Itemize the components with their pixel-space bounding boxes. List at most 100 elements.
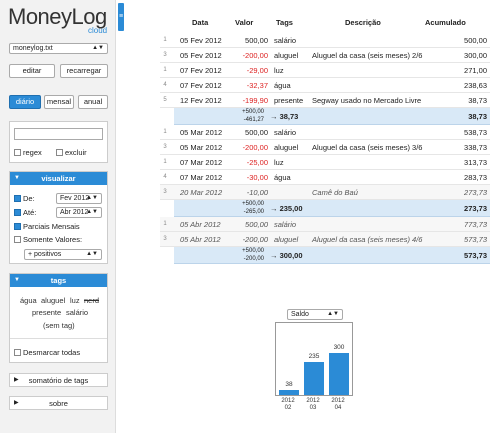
row-number: 4 [163,82,167,88]
row-value: -29,00 [246,66,268,75]
header-accumulated[interactable]: Acumulado [425,18,466,32]
header-value[interactable]: Valor [235,18,253,32]
row-value: -199,90 [242,96,268,105]
row-date: 07 Mar 2012 [180,158,223,167]
row-value: -200,00 [242,143,268,152]
regex-checkbox[interactable]: regex [14,148,42,157]
table-row[interactable]: 3 05 Abr 2012 -200,00 aluguel Aluguel da cas… [160,232,490,247]
uncheck-all-label: Desmarcar todas [23,348,81,357]
table-row[interactable]: 3 05 Fev 2012 -200,00 aluguel Aluguel da cas… [160,48,490,63]
view-daily-button[interactable]: diário [9,95,41,109]
view-monthly-button[interactable]: mensal [44,95,74,109]
chart-select[interactable]: Saldo ▲▼ [287,309,343,320]
to-label: Até: [23,208,37,217]
exclude-label: excluir [65,148,87,157]
tag-presente[interactable]: presente [32,308,61,317]
table-row[interactable]: 1 05 Mar 2012 500,00 salário 538,73 [160,125,490,140]
row-number: 3 [163,52,167,58]
file-select-value: moneylog.txt [13,45,53,52]
row-tags: água [274,81,291,90]
sidebar: MoneyLog cloud moneylog.txt ▲▼ editar re… [0,0,116,433]
table-row[interactable]: 5 12 Fev 2012 -199,90 presente Segway usado … [160,93,490,108]
row-accumulated: 500,00 [464,36,487,45]
row-value: 500,00 [245,36,268,45]
divider [10,338,107,339]
tag-luz[interactable]: luz [70,296,80,305]
row-accumulated: 238,63 [464,81,487,90]
tag-aluguel[interactable]: aluguel [41,296,65,305]
header-date[interactable]: Data [192,18,208,32]
view-yearly-button[interactable]: anual [78,95,108,109]
sidebar-toggle-handle[interactable]: ≡ [118,3,124,31]
row-description: Aluguel da casa (seis meses) 3/6 [312,143,423,152]
table-row[interactable]: 3 20 Mar 2012 -10,00 Camê do Baú 273,73 [160,185,490,200]
tag-no-tag[interactable]: (sem tag) [43,321,75,330]
row-value: -32,37 [246,81,268,90]
chevron-down-icon: ▲▼ [86,195,98,201]
about-panel[interactable]: ▶ sobre [9,396,108,410]
row-date: 05 Mar 2012 [180,143,223,152]
from-checkbox[interactable]: De: [14,194,35,203]
chevron-down-icon: ▲▼ [327,311,339,317]
table-row[interactable]: 1 07 Fev 2012 -29,00 luz 271,00 [160,63,490,78]
sum-tags-label: somatório de tags [28,376,89,385]
about-label: sobre [49,399,68,408]
row-number: 3 [163,189,167,195]
table-row[interactable]: 4 07 Mar 2012 -30,00 água 283,73 [160,170,490,185]
regex-label: regex [23,148,42,157]
visualizar-header[interactable]: ▼ visualizar [10,172,107,185]
edit-button[interactable]: editar [9,64,55,78]
filter-input[interactable] [14,128,103,140]
summary-accumulated: 273,73 [464,204,487,213]
tag-nerd[interactable]: nerd [84,296,99,305]
checkbox-icon [14,209,21,216]
row-value: -200,00 [242,51,268,60]
tag-agua[interactable]: água [20,296,37,305]
to-checkbox[interactable]: Até: [14,208,36,217]
summary-negative: -200,00 [243,256,264,262]
from-select[interactable]: Fev 2012 ▲▼ [56,193,102,204]
table-row[interactable]: 1 07 Mar 2012 -25,00 luz 313,73 [160,155,490,170]
tag-salario[interactable]: salário [66,308,88,317]
row-number: 1 [163,129,167,135]
to-select[interactable]: Abr 2012 ▲▼ [56,207,102,218]
tags-header[interactable]: ▼ tags [10,274,107,287]
row-number: 3 [163,144,167,150]
triangle-right-icon: ▶ [14,377,19,383]
row-tags: salário [274,220,297,229]
row-accumulated: 573,73 [464,235,487,244]
row-tags: aluguel [274,235,299,244]
triangle-right-icon: ▶ [14,400,19,406]
row-value: -200,00 [242,235,268,244]
table-row[interactable]: 3 05 Mar 2012 -200,00 aluguel Aluguel da cas… [160,140,490,155]
row-description: Aluguel da casa (seis meses) 4/6 [312,235,423,244]
summary-total: → 235,00 [270,204,303,213]
row-value: -10,00 [246,188,268,197]
row-accumulated: 271,00 [464,66,487,75]
summary-total: → 300,00 [270,251,303,260]
row-value: -30,00 [246,173,268,182]
table-row[interactable]: 4 07 Fev 2012 -32,37 água 238,63 [160,78,490,93]
checkbox-icon [14,149,21,156]
reload-button[interactable]: recarregar [60,64,108,78]
table-row[interactable]: 1 05 Abr 2012 500,00 salário 773,73 [160,217,490,232]
row-date: 12 Fev 2012 [180,96,222,105]
row-tags: salário [274,128,297,137]
header-description[interactable]: Descrição [345,18,381,32]
row-number: 3 [163,236,167,242]
uncheck-all-checkbox[interactable]: Desmarcar todas [14,348,80,357]
balance-chart: 38 235 300 [275,322,353,396]
chevron-down-icon: ▲▼ [86,251,98,257]
summary-positive: +500,00 [242,248,264,254]
table-row[interactable]: 1 05 Fev 2012 500,00 salário 500,00 [160,33,490,48]
only-values-checkbox[interactable]: Somente Valores: [14,235,82,244]
exclude-checkbox[interactable]: excluir [56,148,87,157]
sum-tags-panel[interactable]: ▶ somatório de tags [9,373,108,387]
chart-data-label: 300 [333,344,345,351]
header-tags[interactable]: Tags [276,18,293,32]
partial-checkbox[interactable]: Parciais Mensais [14,222,80,231]
partial-label: Parciais Mensais [23,222,80,231]
values-select[interactable]: + positivos ▲▼ [24,249,102,260]
row-number: 1 [163,159,167,165]
file-select[interactable]: moneylog.txt ▲▼ [9,43,108,54]
